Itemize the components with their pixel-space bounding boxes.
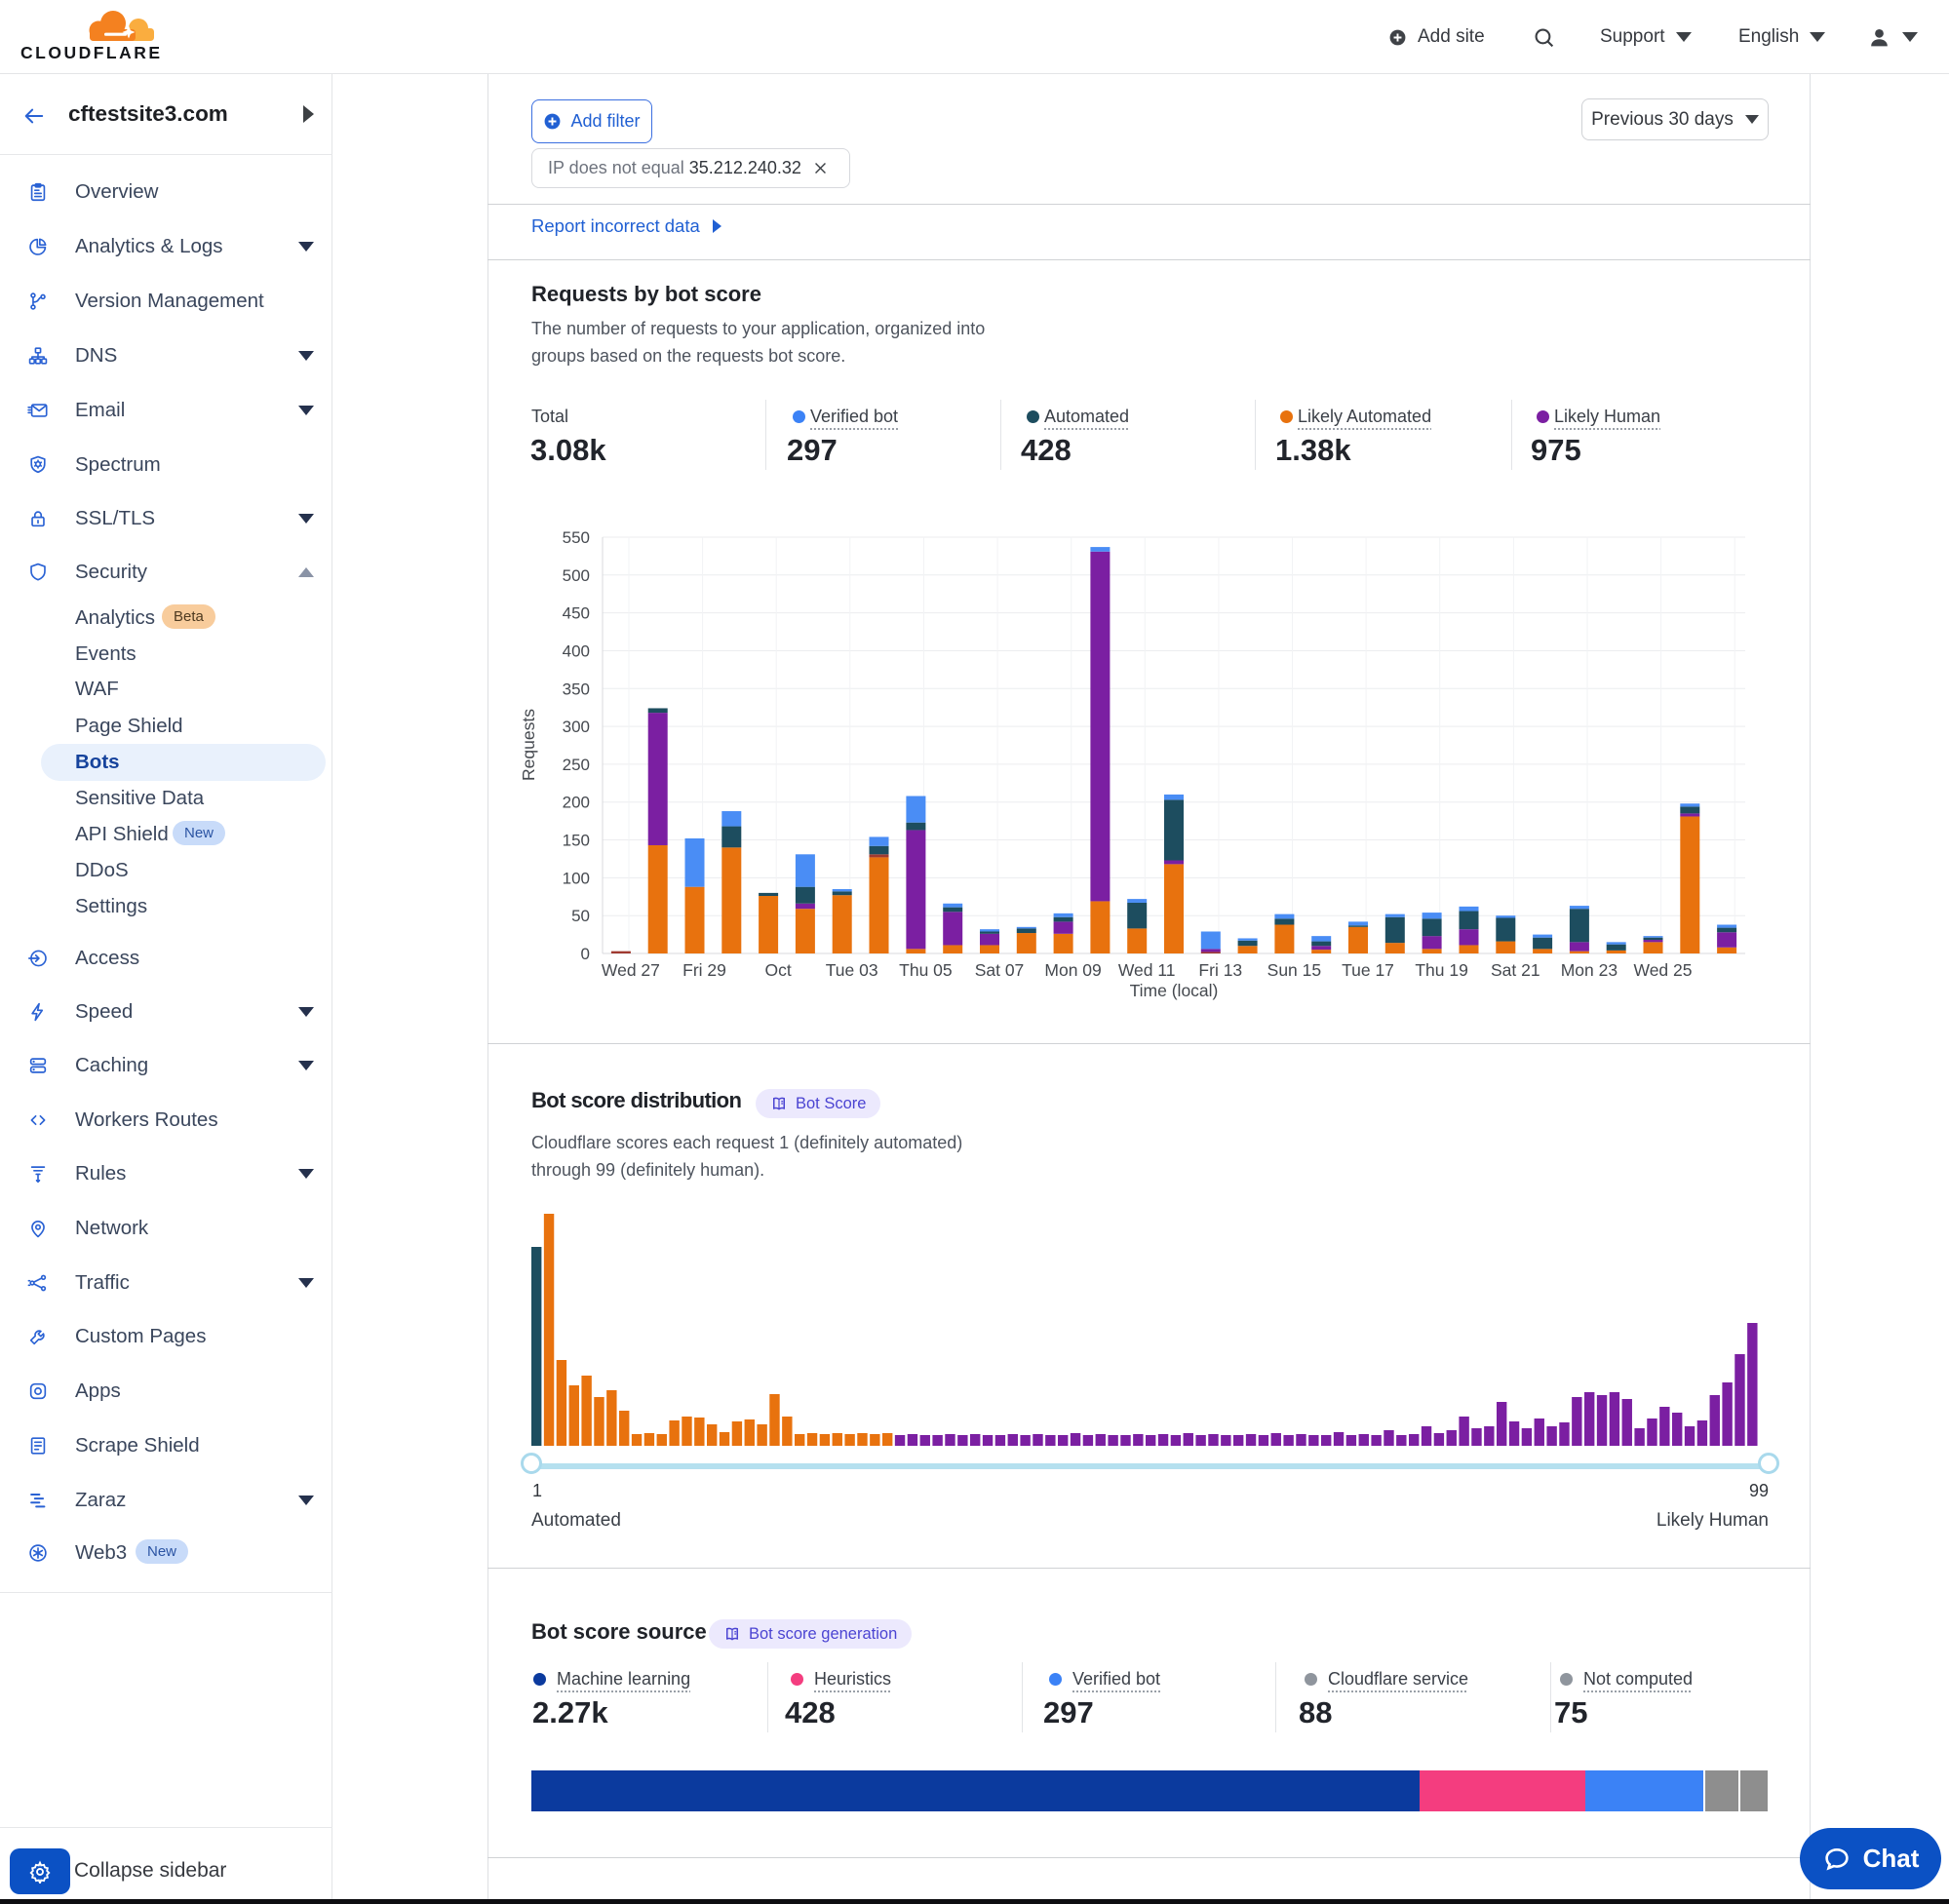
svg-text:200: 200 [563,794,590,812]
svg-text:Sat 07: Sat 07 [975,960,1025,980]
svg-text:100: 100 [563,869,590,887]
svg-text:Tue 03: Tue 03 [826,960,878,980]
svg-text:Wed 25: Wed 25 [1634,960,1693,980]
svg-text:500: 500 [563,566,590,585]
svg-text:Sat 21: Sat 21 [1491,960,1540,980]
svg-text:0: 0 [581,945,590,963]
svg-text:50: 50 [571,907,590,925]
svg-text:Thu 05: Thu 05 [899,960,952,980]
svg-text:Mon 09: Mon 09 [1044,960,1101,980]
svg-text:Sun 15: Sun 15 [1267,960,1321,980]
svg-text:Wed 27: Wed 27 [602,960,660,980]
svg-text:300: 300 [563,718,590,736]
svg-text:Wed 11: Wed 11 [1118,960,1176,980]
svg-text:150: 150 [563,832,590,850]
svg-text:Requests: Requests [519,709,538,781]
svg-text:Fri 13: Fri 13 [1198,960,1242,980]
svg-text:Oct: Oct [764,960,791,980]
svg-text:350: 350 [563,680,590,698]
svg-text:250: 250 [563,756,590,774]
svg-text:550: 550 [563,528,590,547]
svg-text:Thu 19: Thu 19 [1415,960,1467,980]
svg-text:Tue 17: Tue 17 [1342,960,1394,980]
svg-text:Mon 23: Mon 23 [1561,960,1618,980]
svg-text:400: 400 [563,642,590,661]
svg-text:Time (local): Time (local) [1130,981,1219,1000]
svg-text:450: 450 [563,604,590,623]
svg-text:Fri 29: Fri 29 [682,960,726,980]
